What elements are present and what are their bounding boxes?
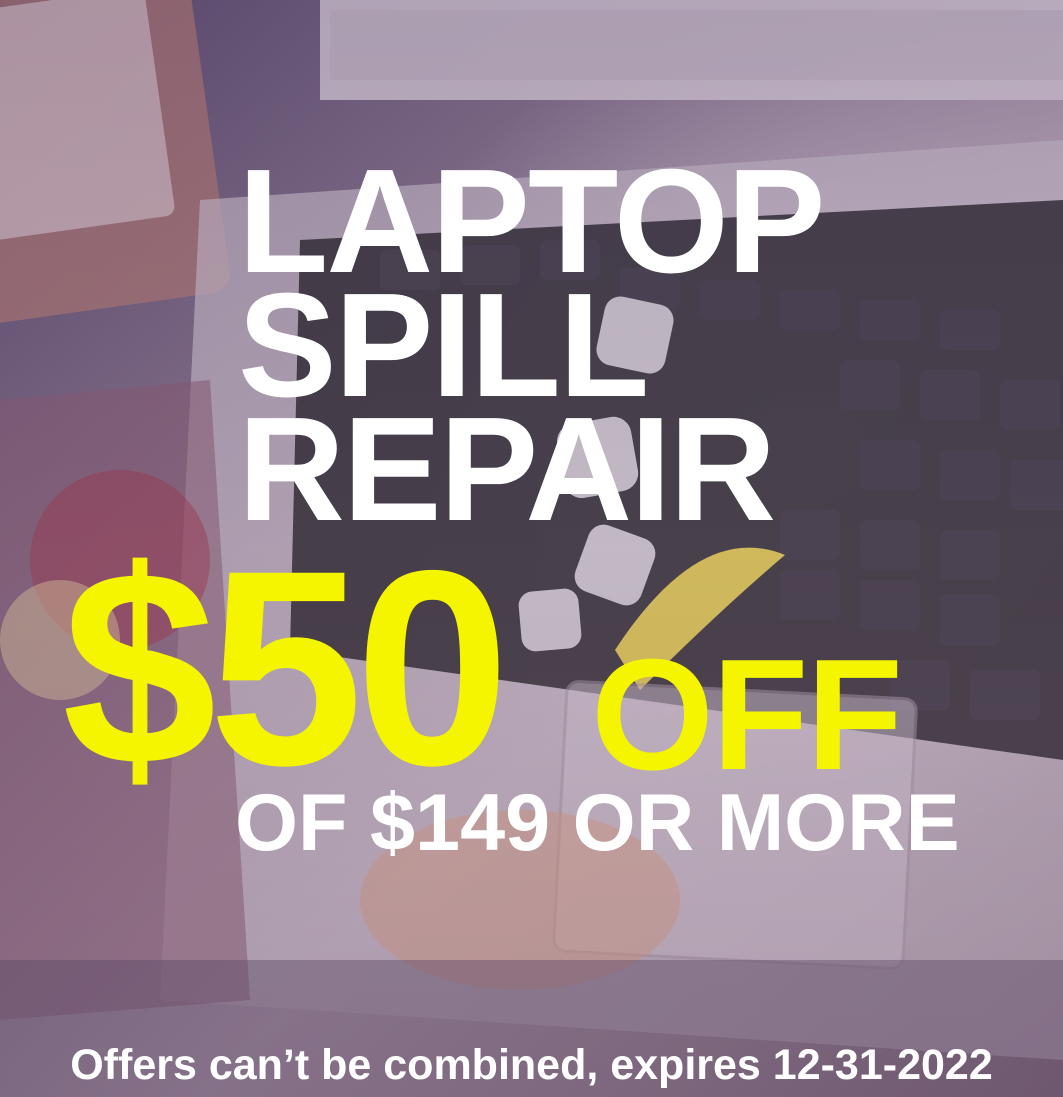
offer-condition: OF $149 OR MORE: [235, 778, 960, 868]
headline: LAPTOP SPILL REPAIR: [238, 148, 878, 544]
discount-off-label: OFF: [591, 627, 903, 803]
promo-banner: LAPTOP SPILL REPAIR $50 OFF OF $149 OR M…: [0, 0, 1063, 1097]
fine-print: Offers can’t be combined, expires 12-31-…: [70, 1041, 993, 1089]
discount-amount: $50: [62, 512, 510, 823]
